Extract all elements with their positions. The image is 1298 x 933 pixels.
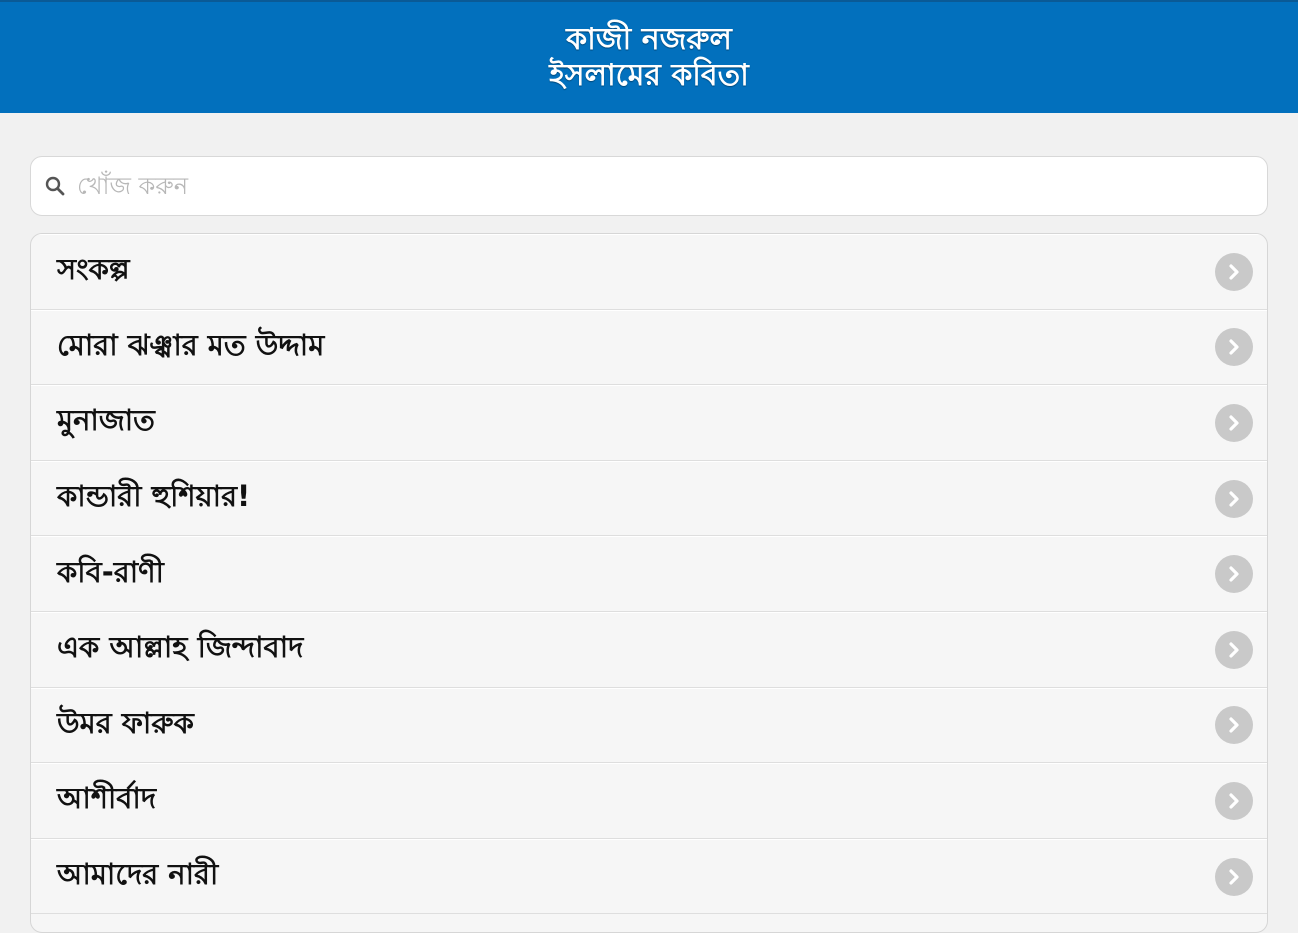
chevron-right-icon (1215, 252, 1253, 291)
list-item-label: কান্ডারী হুশিয়ার! (57, 479, 251, 514)
chevron-right-icon (1215, 630, 1253, 669)
chevron-right-icon (1215, 555, 1253, 594)
list-item[interactable]: কবি-রাণী (31, 536, 1267, 612)
chevron-right-icon (1215, 781, 1253, 820)
list-item-label: আশীর্বাদ (57, 781, 157, 816)
list-item[interactable]: আমাদের নারী (31, 838, 1267, 915)
list-item[interactable]: কান্ডারী হুশিয়ার! (31, 460, 1267, 537)
list-item[interactable]: এক আল্লাহ জিন্দাবাদ (31, 611, 1267, 688)
list-item-label: আমাদের নারী (57, 857, 219, 892)
list-item[interactable]: আশীর্বাদ (31, 763, 1267, 839)
list-item-label: উমর ফারুক (57, 705, 194, 740)
search-input[interactable] (73, 161, 1267, 211)
list-item-label: কবি-রাণী (57, 554, 164, 589)
search-bar[interactable] (30, 156, 1268, 216)
list-item-label: সংকল্প (57, 252, 130, 287)
app-header: কাজী নজরুল ইসলামের কবিতা (0, 0, 1298, 113)
list-item[interactable]: উমর ফারুক (31, 687, 1267, 764)
list-item[interactable]: মুনাজাত (31, 385, 1267, 461)
chevron-right-icon (1215, 857, 1253, 896)
page-title-line2: ইসলামের কবিতা (549, 57, 749, 93)
search-icon (37, 156, 73, 216)
list-item[interactable]: মোরা ঝঞ্ঝার মত উদ্দাম (31, 309, 1267, 386)
poem-list: সংকল্প মোরা ঝঞ্ঝার মত উদ্দাম মুনাজাত কান… (30, 233, 1268, 933)
list-item-label: এক আল্লাহ জিন্দাবাদ (57, 630, 304, 665)
chevron-right-icon (1215, 706, 1253, 745)
chevron-right-icon (1215, 403, 1253, 442)
list-item-label: মুনাজাত (57, 403, 155, 438)
list-item-label: মোরা ঝঞ্ঝার মত উদ্দাম (57, 327, 325, 362)
chevron-right-icon (1215, 479, 1253, 518)
chevron-right-icon (1215, 328, 1253, 367)
page-title-line1: কাজী নজরুল (566, 21, 732, 57)
list-item[interactable]: সংকল্প (31, 234, 1267, 310)
